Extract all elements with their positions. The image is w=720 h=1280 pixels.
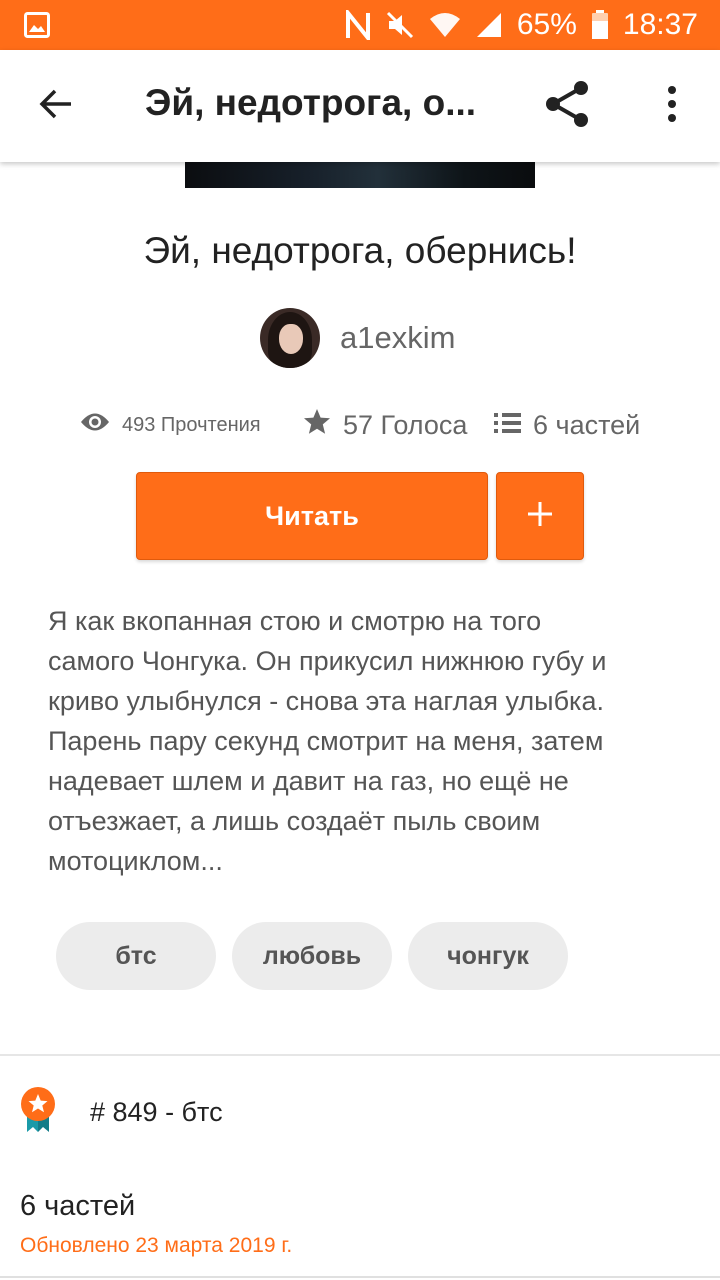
battery-percent: 65% [516, 8, 577, 41]
divider [0, 1054, 720, 1056]
gallery-icon [24, 12, 50, 43]
author[interactable]: a1exkim [260, 308, 455, 368]
parts-stat: 6 частей [494, 400, 640, 450]
add-to-library-button[interactable] [496, 472, 584, 560]
rank-text: # 849 - бтс [90, 1097, 223, 1127]
description-line: мотоциклом... [48, 846, 223, 876]
author-name[interactable]: a1exkim [340, 320, 455, 356]
star-icon [303, 408, 331, 442]
description-line: отъезжает, а лишь создаёт пыль своим [48, 806, 541, 836]
votes-count: 57 Голоса [343, 409, 468, 440]
eye-icon [80, 411, 110, 439]
reads-count: 493 Прочтения [122, 413, 261, 436]
share-icon [543, 79, 593, 134]
tag-chip[interactable]: любовь [232, 922, 392, 990]
updated-date: Обновлено 23 марта 2019 г. [20, 1234, 293, 1257]
status-bar: 65% 18:37 [0, 0, 720, 50]
rank-badge-icon [18, 1086, 58, 1139]
parts-count: 6 частей [533, 409, 641, 440]
ranking-row[interactable]: # 849 - бтс [18, 1086, 223, 1139]
more-vert-icon [666, 85, 678, 127]
read-button[interactable]: Читать [136, 472, 488, 560]
share-button[interactable] [538, 78, 598, 134]
nfc-icon [345, 10, 371, 40]
mute-icon [385, 10, 415, 40]
votes-stat: 57 Голоса [303, 400, 467, 450]
list-icon [494, 410, 521, 441]
plus-icon [526, 500, 554, 533]
arrow-back-icon [38, 86, 74, 127]
story-title: Эй, недотрога, обернись! [143, 230, 577, 271]
app-bar-title: Эй, недотрога, о... [145, 82, 477, 123]
story-description: Я как вкопанная стою и смотрю на того са… [48, 601, 678, 881]
parts-heading[interactable]: 6 частей [20, 1190, 135, 1223]
avatar[interactable] [260, 308, 320, 368]
description-line: криво улыбнулся - снова эта наглая улыбк… [48, 686, 604, 716]
description-line: Парень пару секунд смотрит на меня, зате… [48, 726, 604, 756]
description-line: надевает шлем и давит на газ, но ещё не [48, 766, 569, 796]
wifi-icon [429, 11, 461, 39]
story-stats: 493 Прочтения 57 Голоса 6 частей [0, 400, 720, 450]
clock: 18:37 [622, 8, 698, 41]
divider [0, 1276, 720, 1278]
tag-chip[interactable]: чонгук [408, 922, 568, 990]
description-line: самого Чонгука. Он прикусил нижнюю губу … [48, 646, 607, 676]
tag-chip[interactable]: бтс [56, 922, 216, 990]
signal-icon [475, 11, 503, 39]
battery-icon [591, 10, 609, 40]
more-options-button[interactable] [648, 78, 696, 134]
app-bar: Эй, недотрога, о... [0, 50, 720, 162]
back-button[interactable] [28, 78, 84, 134]
reads-stat: 493 Прочтения [80, 400, 261, 450]
description-line: Я как вкопанная стою и смотрю на того [48, 606, 542, 636]
